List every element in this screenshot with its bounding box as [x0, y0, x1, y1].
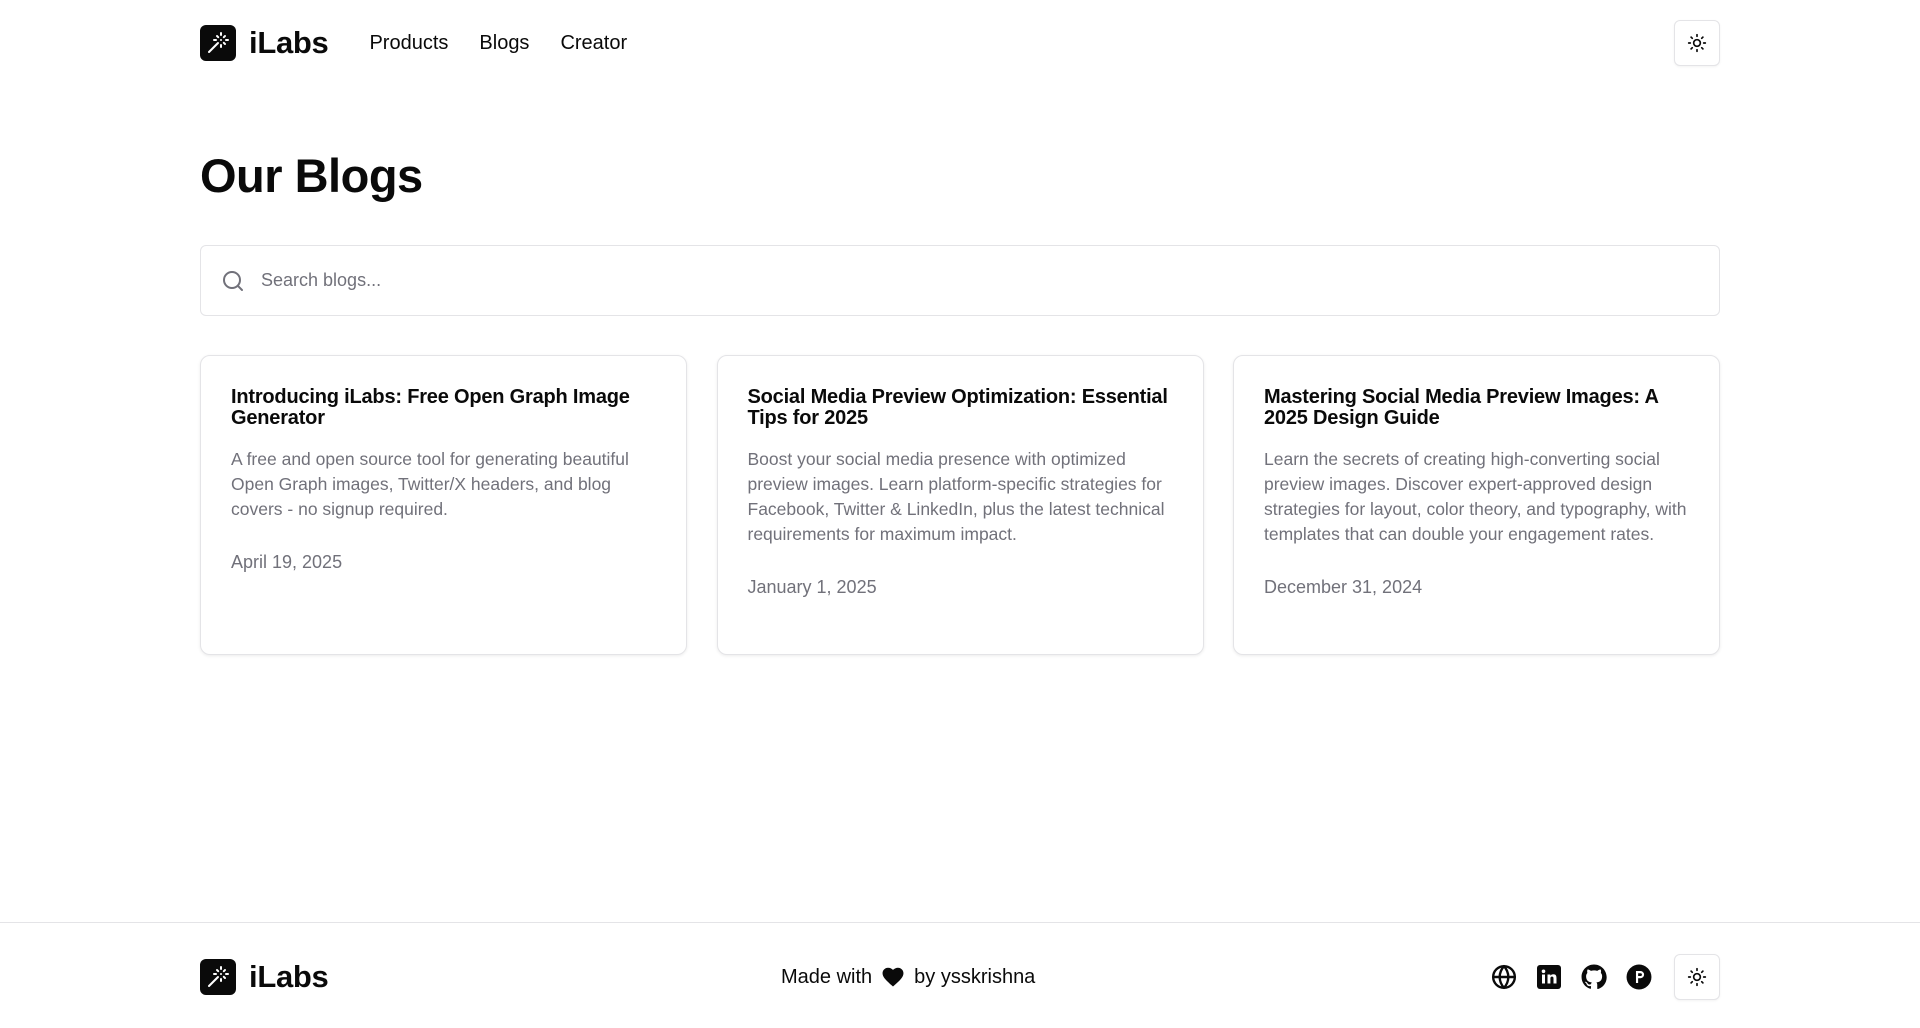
social-links — [1490, 954, 1720, 1000]
blog-card[interactable]: Introducing iLabs: Free Open Graph Image… — [200, 355, 687, 655]
footer-brand-name: iLabs — [249, 959, 329, 994]
blog-card-date: April 19, 2025 — [231, 552, 343, 572]
nav-products[interactable]: Products — [369, 32, 448, 55]
brand-link[interactable]: iLabs — [200, 25, 329, 61]
blog-card[interactable]: Social Media Preview Optimization: Essen… — [716, 355, 1204, 655]
made-with-label: Made with — [781, 965, 873, 988]
search-input[interactable] — [261, 270, 1661, 291]
blog-card-date: December 31, 2024 — [1264, 577, 1423, 597]
sun-icon — [1687, 33, 1707, 53]
brand-name: iLabs — [249, 25, 329, 60]
blog-card[interactable]: Mastering Social Media Preview Images: A… — [1233, 355, 1720, 655]
site-footer: iLabs Made with by ysskrishna — [200, 954, 1720, 1000]
main-nav: Products Blogs Creator — [369, 32, 658, 55]
blog-card-description: Boost your social media presence with op… — [747, 449, 1165, 544]
footer-brand-link[interactable]: iLabs — [200, 959, 329, 995]
magic-wand-icon — [200, 25, 236, 61]
footer-theme-toggle-button[interactable] — [1674, 954, 1720, 1000]
blog-list: Introducing iLabs: Free Open Graph Image… — [200, 355, 1720, 655]
blog-card-title: Introducing iLabs: Free Open Graph Image… — [231, 386, 630, 429]
theme-toggle-button[interactable] — [1674, 20, 1720, 66]
blog-card-description: A free and open source tool for generati… — [231, 449, 629, 519]
sun-icon — [1687, 967, 1707, 987]
author-link[interactable]: by ysskrishna — [914, 966, 1035, 989]
blog-card-title: Social Media Preview Optimization: Essen… — [747, 386, 1168, 429]
blog-card-date: January 1, 2025 — [747, 577, 877, 597]
blog-card-title: Mastering Social Media Preview Images: A… — [1264, 386, 1658, 429]
header-left: iLabs Products Blogs Creator — [200, 25, 658, 61]
magic-wand-icon — [200, 959, 236, 995]
nav-blogs[interactable]: Blogs — [479, 32, 529, 55]
made-with-credit: Made with by ysskrishna — [781, 966, 1035, 989]
linkedin-icon[interactable] — [1535, 963, 1563, 991]
nav-creator[interactable]: Creator — [560, 32, 627, 55]
github-icon[interactable] — [1580, 963, 1608, 991]
product-hunt-icon[interactable] — [1625, 963, 1653, 991]
blog-card-description: Learn the secrets of creating high-conve… — [1264, 449, 1687, 544]
search-icon — [221, 269, 245, 293]
globe-icon[interactable] — [1490, 963, 1518, 991]
site-header: iLabs Products Blogs Creator — [200, 0, 1720, 86]
footer-divider — [0, 922, 1920, 923]
heart-icon — [882, 967, 904, 987]
search-bar — [200, 245, 1720, 316]
page-title: Our Blogs — [200, 149, 423, 202]
